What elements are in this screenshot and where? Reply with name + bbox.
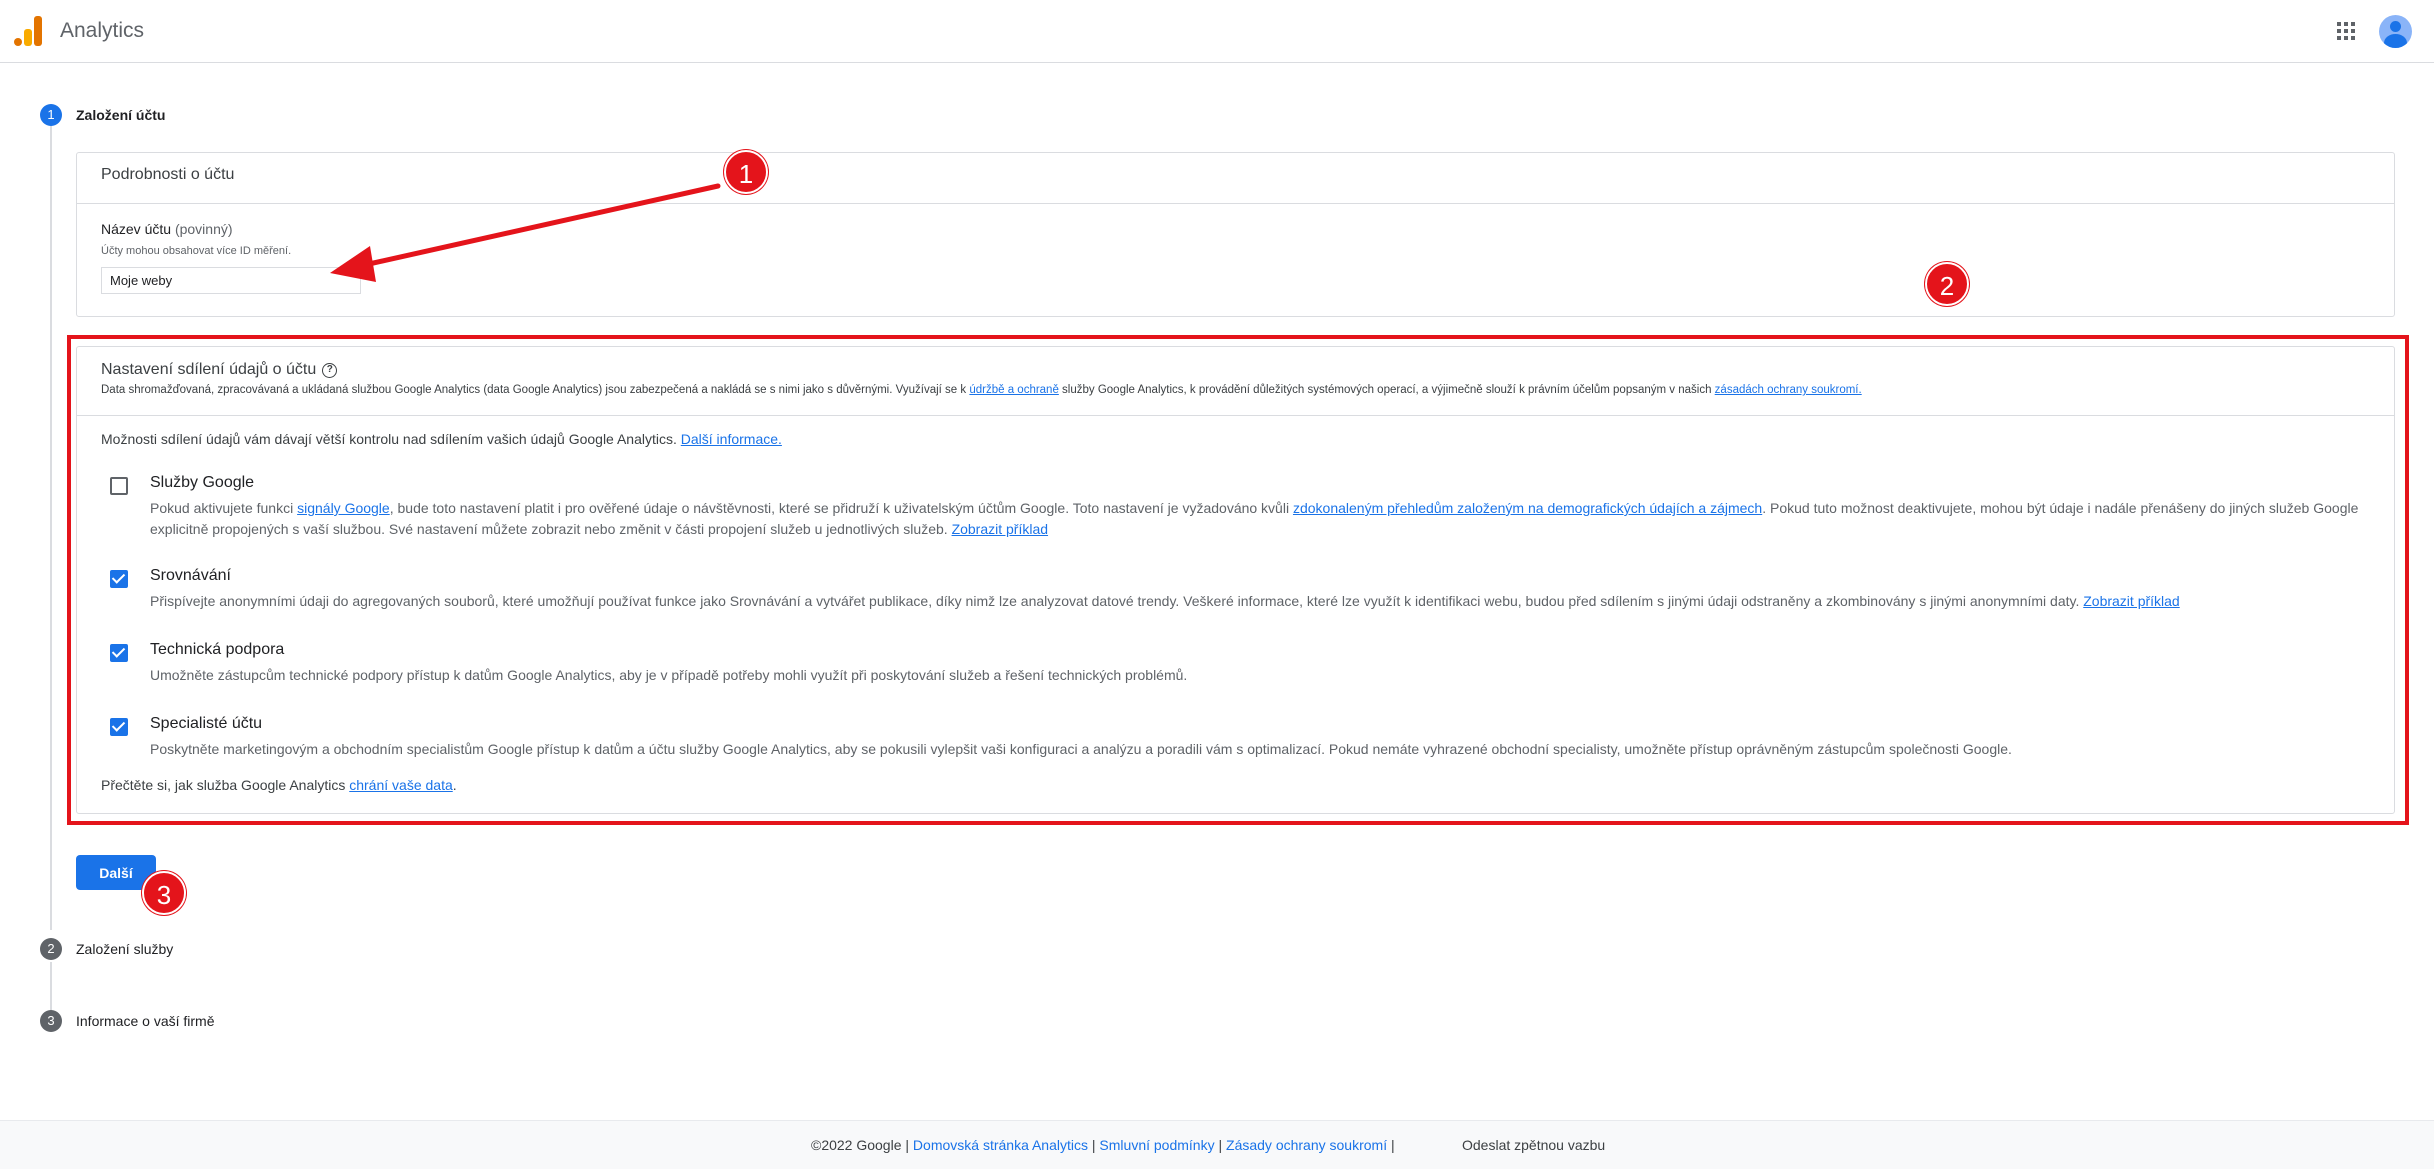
footer-links: ©2022 Google | Domovská stránka Analytic…: [811, 1137, 1395, 1153]
annotation-badge-3: 3: [142, 871, 186, 915]
benchmarking-checkbox[interactable]: [110, 570, 128, 588]
terms-link[interactable]: Smluvní podmínky: [1099, 1137, 1214, 1153]
show-example-link[interactable]: Zobrazit příklad: [2083, 593, 2179, 609]
show-example-link[interactable]: Zobrazit příklad: [952, 521, 1048, 537]
data-sharing-title: Nastavení sdílení údajů o účtu: [101, 361, 317, 378]
account-details-title: Podrobnosti o účtu: [77, 153, 2394, 204]
data-sharing-description: Data shromažďovaná, zpracovávaná a uklád…: [101, 384, 1862, 396]
learn-more-link[interactable]: Další informace.: [681, 431, 782, 447]
option-description: Umožněte zástupcům technické podpory pří…: [150, 667, 1188, 683]
top-app-bar: Analytics: [0, 0, 2434, 63]
account-name-input[interactable]: [101, 267, 361, 294]
account-details-card: Podrobnosti o účtu Název účtu (povinný) …: [76, 152, 2395, 317]
required-label: (povinný): [174, 221, 233, 237]
account-specialists-checkbox[interactable]: [110, 718, 128, 736]
step-label-3[interactable]: Informace o vaší firmě: [76, 1013, 215, 1029]
step-label-1: Založení účtu: [76, 107, 166, 123]
step-number-1: 1: [40, 104, 62, 126]
annotation-badge-1: 1: [724, 150, 768, 194]
annotation-badge-2: 2: [1925, 262, 1969, 306]
stepper-line: [50, 125, 52, 930]
data-protection-note: Přečtěte si, jak služba Google Analytics…: [101, 777, 457, 793]
help-icon[interactable]: ?: [322, 362, 338, 378]
sharing-intro: Možnosti sdílení údajů vám dávají větší …: [101, 431, 782, 447]
demographics-reports-link[interactable]: zdokonaleným přehledům založeným na demo…: [1293, 500, 1762, 516]
step-number-3: 3: [40, 1010, 62, 1032]
analytics-home-link[interactable]: Domovská stránka Analytics: [913, 1137, 1088, 1153]
option-description: Přispívejte anonymními údaji do agregova…: [150, 593, 2180, 609]
option-description: Poskytněte marketingovým a obchodním spe…: [150, 741, 2012, 757]
data-sharing-header: Nastavení sdílení údajů o účtu ? Data sh…: [77, 347, 2394, 416]
option-title: Technická podpora: [150, 641, 285, 658]
step-number-2: 2: [40, 938, 62, 960]
analytics-logo-icon[interactable]: [14, 16, 44, 46]
account-name-help: Účty mohou obsahovat více ID měření.: [101, 245, 292, 257]
google-signals-link[interactable]: signály Google: [297, 500, 390, 516]
option-title: Srovnávání: [150, 567, 231, 584]
maintenance-link[interactable]: údržbě a ochraně: [969, 384, 1059, 396]
page-footer: ©2022 Google | Domovská stránka Analytic…: [0, 1120, 2434, 1169]
option-title: Specialisté účtu: [150, 715, 263, 732]
send-feedback-link[interactable]: Odeslat zpětnou vazbu: [1462, 1137, 1605, 1153]
copyright: ©2022 Google: [811, 1137, 902, 1153]
app-title[interactable]: Analytics: [60, 19, 144, 43]
option-title: Služby Google: [150, 474, 255, 491]
protect-data-link[interactable]: chrání vaše data: [349, 777, 453, 793]
technical-support-checkbox[interactable]: [110, 644, 128, 662]
avatar[interactable]: [2379, 15, 2412, 48]
step-label-2[interactable]: Založení služby: [76, 941, 173, 957]
option-description: Pokud aktivujete funkci signály Google, …: [150, 500, 2359, 537]
privacy-policy-link[interactable]: zásadách ochrany soukromí.: [1715, 384, 1862, 396]
apps-grid-icon[interactable]: [2337, 22, 2355, 40]
google-services-checkbox[interactable]: [110, 477, 128, 495]
privacy-link[interactable]: Zásady ochrany soukromí: [1226, 1137, 1387, 1153]
account-name-label: Název účtu (povinný): [101, 221, 233, 237]
data-sharing-card: Nastavení sdílení údajů o účtu ? Data sh…: [76, 346, 2395, 814]
